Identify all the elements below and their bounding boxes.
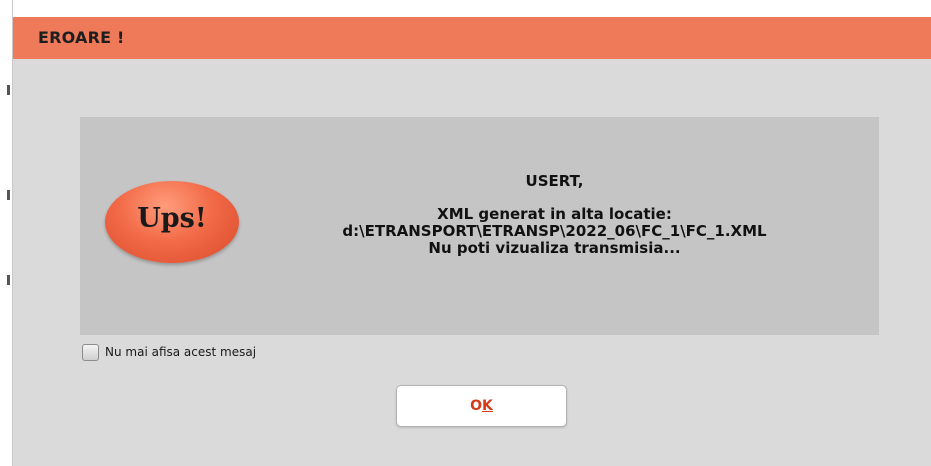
message-path: d:\ETRANSPORT\ETRANSP\2022_06\FC_1\FC_1.… [342, 222, 767, 240]
edge-mark [7, 275, 10, 285]
dialog-title: EROARE ! [38, 28, 125, 47]
ok-button-label: OK [470, 398, 493, 414]
dont-show-label[interactable]: Nu mai afisa acest mesaj [105, 345, 256, 359]
message-line-3: Nu poti vizualiza transmisia... [428, 239, 681, 257]
badge-text: Ups! [137, 203, 207, 234]
ups-badge-icon: Ups! [105, 181, 239, 263]
error-message: USERT, XML generat in alta locatie: d:\E… [230, 173, 879, 257]
dont-show-checkbox[interactable] [82, 344, 99, 361]
background-window-edge [0, 0, 13, 466]
message-line-1: XML generat in alta locatie: [437, 205, 672, 223]
message-panel: Ups! USERT, XML generat in alta locatie:… [80, 117, 879, 335]
ok-button[interactable]: OK [396, 385, 567, 427]
ok-label-accelerator: K [482, 398, 493, 414]
message-spacer [230, 190, 879, 206]
message-greeting: USERT, [525, 172, 584, 190]
edge-mark [7, 85, 10, 95]
edge-mark [7, 190, 10, 200]
ok-label-first: O [470, 398, 483, 414]
error-dialog: EROARE ! Ups! USERT, XML generat in alta… [13, 17, 931, 466]
dialog-titlebar[interactable]: EROARE ! [13, 17, 931, 59]
